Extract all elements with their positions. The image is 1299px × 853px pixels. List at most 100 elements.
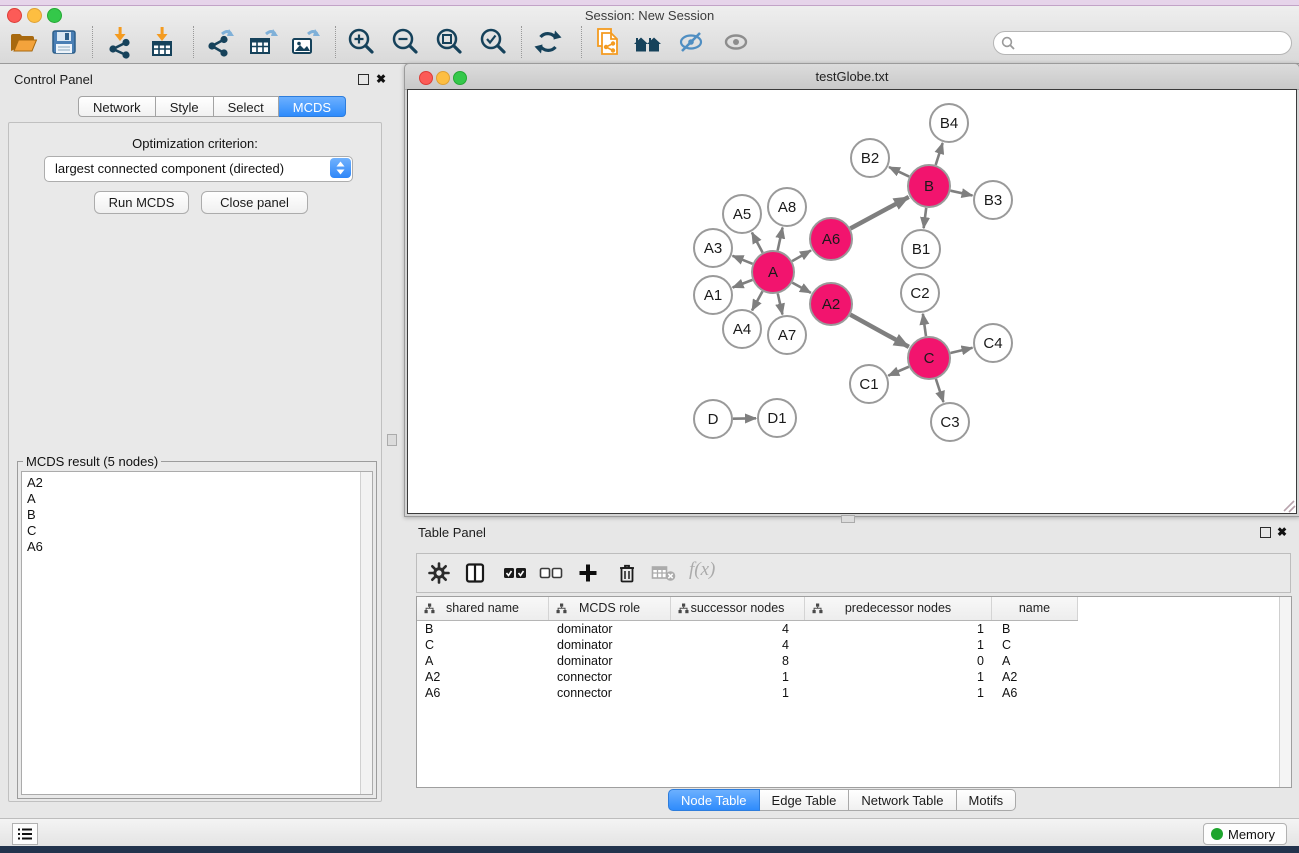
graph-node-C3[interactable]: C3: [931, 403, 969, 441]
tab-network-table[interactable]: Network Table: [849, 789, 956, 811]
mcds-result-list[interactable]: A2ABCA6: [21, 471, 373, 795]
deselect-all-button[interactable]: [539, 562, 561, 584]
graph-node-C[interactable]: C: [908, 337, 950, 379]
open-session-button[interactable]: [6, 25, 40, 59]
table-row[interactable]: Adominator80A: [417, 653, 1280, 669]
graph-edge-A-A3[interactable]: [732, 256, 752, 264]
result-scrollbar[interactable]: [360, 472, 372, 794]
show-details-button[interactable]: [719, 25, 753, 59]
graph-edge-A-A5[interactable]: [752, 233, 763, 253]
graph-node-A4[interactable]: A4: [723, 310, 761, 348]
network-window-titlebar[interactable]: testGlobe.txt: [405, 64, 1299, 90]
graph-node-A[interactable]: A: [752, 251, 794, 293]
graph-edge-B-B4[interactable]: [936, 143, 943, 165]
mcds-result-item[interactable]: A: [22, 491, 372, 507]
mcds-result-item[interactable]: B: [22, 507, 372, 523]
table-row[interactable]: Cdominator41C: [417, 637, 1280, 653]
table-row[interactable]: A6connector11A6: [417, 685, 1280, 701]
search-field[interactable]: [993, 31, 1292, 55]
close-mcds-panel-button[interactable]: Close panel: [201, 191, 308, 214]
search-input[interactable]: [1020, 34, 1284, 52]
column-header-successor-nodes[interactable]: successor nodes: [671, 597, 805, 620]
graph-node-C1[interactable]: C1: [850, 365, 888, 403]
tab-node-table[interactable]: Node Table: [668, 789, 760, 811]
mcds-result-item[interactable]: A6: [22, 539, 372, 555]
graph-edge-B-B2[interactable]: [889, 167, 909, 177]
graph-edge-A-A2[interactable]: [792, 283, 811, 293]
table-settings-button[interactable]: [428, 562, 450, 584]
graph-node-A2[interactable]: A2: [810, 283, 852, 325]
graph-edge-A-A1[interactable]: [733, 280, 753, 288]
graph-edge-A2-C[interactable]: [850, 315, 909, 347]
tab-motifs[interactable]: Motifs: [957, 789, 1017, 811]
graph-node-C2[interactable]: C2: [901, 274, 939, 312]
import-table-button[interactable]: [145, 25, 179, 59]
float-table-panel-button[interactable]: [1260, 527, 1271, 538]
clone-network-button[interactable]: [590, 25, 624, 59]
graph-node-A5[interactable]: A5: [723, 195, 761, 233]
graph-node-A8[interactable]: A8: [768, 188, 806, 226]
graph-node-A7[interactable]: A7: [768, 316, 806, 354]
export-network-button[interactable]: [203, 25, 237, 59]
column-header-predecessor-nodes[interactable]: predecessor nodes: [805, 597, 992, 620]
zoom-selected-button[interactable]: [476, 25, 510, 59]
graph-node-D[interactable]: D: [694, 400, 732, 438]
tab-mcds[interactable]: MCDS: [279, 96, 346, 117]
graph-node-C4[interactable]: C4: [974, 324, 1012, 362]
close-table-panel-button[interactable]: ✖: [1277, 526, 1287, 538]
create-column-button[interactable]: [577, 562, 599, 584]
tab-style[interactable]: Style: [156, 96, 214, 117]
graph-edge-C-C3[interactable]: [936, 379, 944, 402]
graph-node-B2[interactable]: B2: [851, 139, 889, 177]
graph-node-A3[interactable]: A3: [694, 229, 732, 267]
graph-node-B4[interactable]: B4: [930, 104, 968, 142]
zoom-fit-button[interactable]: [432, 25, 466, 59]
refresh-button[interactable]: [531, 25, 565, 59]
memory-button[interactable]: Memory: [1203, 823, 1287, 845]
select-all-button[interactable]: [503, 562, 525, 584]
mcds-result-item[interactable]: C: [22, 523, 372, 539]
graph-node-B3[interactable]: B3: [974, 181, 1012, 219]
zoom-in-button[interactable]: [344, 25, 378, 59]
horizontal-splitter-handle[interactable]: [841, 515, 855, 523]
show-columns-button[interactable]: [464, 562, 486, 584]
table-scrollbar[interactable]: [1279, 597, 1291, 787]
network-canvas[interactable]: B4 B2 B B3 B1 A5A8A6 A3 A A1 A2 C2 A4A7 C4 C C1 C3 D D1: [407, 89, 1297, 514]
export-image-button[interactable]: [287, 25, 321, 59]
table-row[interactable]: Bdominator41B: [417, 621, 1280, 637]
tab-network[interactable]: Network: [78, 96, 156, 117]
run-mcds-button[interactable]: Run MCDS: [94, 191, 189, 214]
graph-edge-C-C2[interactable]: [923, 314, 926, 336]
column-header-name[interactable]: name: [992, 597, 1078, 620]
column-header-MCDS-role[interactable]: MCDS role: [549, 597, 671, 620]
graph-node-A6[interactable]: A6: [810, 218, 852, 260]
save-session-button[interactable]: [47, 25, 81, 59]
graph-edge-B-B3[interactable]: [950, 191, 972, 196]
graph-edge-C-C1[interactable]: [888, 367, 909, 376]
task-history-button[interactable]: [12, 823, 38, 845]
float-panel-button[interactable]: [358, 74, 369, 85]
graph-node-B1[interactable]: B1: [902, 230, 940, 268]
tab-select[interactable]: Select: [214, 96, 279, 117]
graph-node-B[interactable]: B: [908, 165, 950, 207]
graph-node-A1[interactable]: A1: [694, 276, 732, 314]
graph-edge-A-A6[interactable]: [792, 250, 811, 261]
table-row[interactable]: A2connector11A2: [417, 669, 1280, 685]
toggle-bird-eye-button[interactable]: [674, 25, 708, 59]
zoom-out-button[interactable]: [388, 25, 422, 59]
mcds-result-item[interactable]: A2: [22, 475, 372, 491]
home-view-button[interactable]: [631, 25, 665, 59]
graph-node-D1[interactable]: D1: [758, 399, 796, 437]
graph-edge-A-A4[interactable]: [752, 291, 762, 310]
close-panel-button[interactable]: ✖: [376, 73, 386, 85]
delete-table-button[interactable]: [651, 562, 673, 584]
export-table-button[interactable]: [245, 25, 279, 59]
graph-edge-A-A7[interactable]: [778, 293, 783, 314]
tab-edge-table[interactable]: Edge Table: [760, 789, 850, 811]
graph-edge-C-C4[interactable]: [950, 348, 972, 353]
criterion-dropdown[interactable]: largest connected component (directed): [44, 156, 353, 182]
graph-edge-A-A8[interactable]: [778, 228, 783, 251]
import-network-button[interactable]: [103, 25, 137, 59]
apply-function-button[interactable]: f(x): [689, 559, 715, 581]
column-header-shared-name[interactable]: shared name: [417, 597, 549, 620]
